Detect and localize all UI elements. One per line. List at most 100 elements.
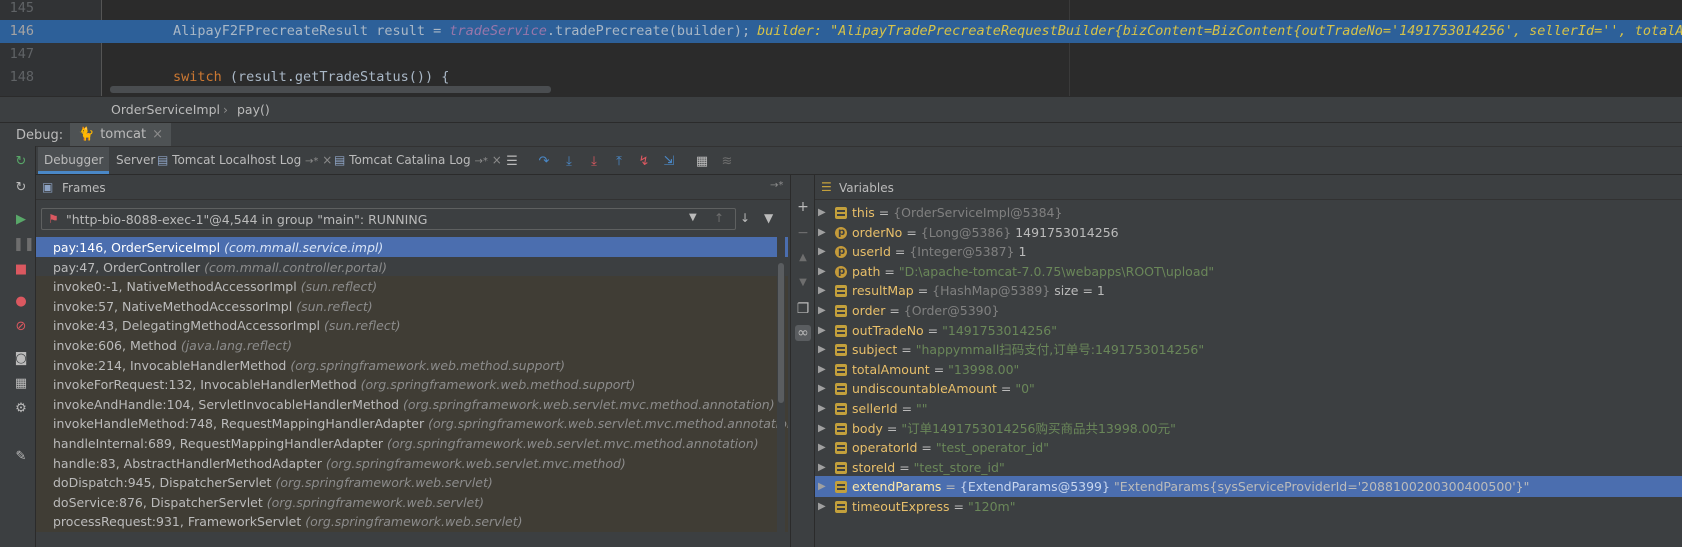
tab-debugger[interactable]: Debugger — [38, 147, 110, 174]
frame-row[interactable]: pay:47, OrderController (com.mmall.contr… — [36, 256, 788, 278]
horizontal-scrollbar[interactable] — [110, 86, 551, 93]
expand-arrow-icon[interactable]: ▶ — [818, 339, 826, 360]
expand-arrow-icon[interactable]: ▶ — [818, 398, 826, 419]
variable-row[interactable]: ▶ operatorId = "test_operator_id" — [815, 437, 1682, 458]
next-frame-icon[interactable]: ↓ — [740, 211, 750, 225]
variable-row[interactable]: ▶ order = {Order@5390} — [815, 300, 1682, 321]
evaluate-expression-icon[interactable]: ▦ — [694, 153, 710, 169]
layout-icon[interactable]: ▦ — [13, 376, 29, 392]
drop-frame-icon[interactable]: ↯ — [636, 153, 652, 169]
move-up-icon[interactable]: ▲ — [795, 250, 811, 266]
variable-name: this — [852, 205, 875, 220]
add-watch-icon[interactable]: + — [795, 199, 811, 215]
restart-icon[interactable]: ↻ — [13, 180, 29, 196]
step-out-icon[interactable]: ⤒ — [611, 153, 627, 169]
variables-tree[interactable]: ▶ this = {OrderServiceImpl@5384} ▶ orderNo … — [815, 202, 1682, 547]
thread-selector[interactable]: ⚑ "http-bio-8088-exec-1"@4,544 in group … — [41, 208, 736, 230]
scroll-thumb[interactable] — [778, 263, 784, 403]
copy-icon[interactable]: ❐ — [795, 301, 811, 317]
tab-tomcat-session[interactable]: 🐈 tomcat × — [70, 123, 172, 147]
rerun-icon[interactable]: ↻ — [13, 154, 29, 170]
variable-row[interactable]: ▶ body = "订单1491753014256购买商品共13998.00元" — [815, 418, 1682, 439]
step-into-icon[interactable]: ⤓ — [561, 153, 577, 169]
show-execution-point-icon[interactable]: ☰ — [504, 153, 520, 169]
tab-tomcat-localhost-log[interactable]: ▤ Tomcat Localhost Log →* × — [157, 147, 332, 174]
tab-tomcat-catalina-log[interactable]: ▤ Tomcat Catalina Log →* × — [334, 147, 502, 174]
close-icon[interactable]: × — [492, 153, 502, 167]
frame-row[interactable]: handle:83, AbstractHandlerMethodAdapter … — [36, 452, 788, 474]
frame-row[interactable]: invoke0:-1, NativeMethodAccessorImpl (su… — [36, 276, 788, 298]
show-watches-icon[interactable]: ∞ — [795, 325, 811, 341]
code-line-current[interactable]: 146 AlipayF2FPrecreateResult result = tr… — [0, 20, 1682, 43]
previous-frame-icon[interactable]: ↑ — [714, 211, 724, 225]
run-to-cursor-icon[interactable]: ⇲ — [661, 153, 677, 169]
move-down-icon[interactable]: ▼ — [795, 275, 811, 291]
expand-arrow-icon[interactable]: ▶ — [818, 378, 826, 399]
variable-name: outTradeNo — [852, 322, 924, 338]
expand-arrow-icon[interactable]: ▶ — [818, 202, 826, 223]
filter-icon[interactable]: ▼ — [764, 211, 773, 225]
variable-row[interactable]: ▶ subject = "happymmall扫码支付,订单号:149175301… — [815, 339, 1682, 360]
frames-scrollbar[interactable] — [777, 237, 785, 547]
field-icon — [835, 383, 847, 396]
variable-row[interactable]: ▶ timeoutExpress = "120m" — [815, 496, 1682, 517]
close-icon[interactable]: × — [322, 153, 332, 167]
mute-breakpoints-icon[interactable]: ⊘ — [13, 319, 29, 335]
variable-row[interactable]: ▶ outTradeNo = "1491753014256" — [815, 320, 1682, 341]
variable-row[interactable]: ▶ userId = {Integer@5387} 1 — [815, 241, 1682, 262]
remove-watch-icon[interactable]: − — [795, 225, 811, 241]
frame-row[interactable]: invoke:606, Method (java.lang.reflect) — [36, 335, 788, 356]
expand-arrow-icon[interactable]: ▶ — [818, 261, 826, 282]
expand-arrow-icon[interactable]: ▶ — [818, 320, 826, 341]
variable-row[interactable]: ▶ totalAmount = "13998.00" — [815, 359, 1682, 380]
code-editor[interactable]: 145 146 AlipayF2FPrecreateResult result … — [0, 0, 1682, 96]
expand-arrow-icon[interactable]: ▶ — [818, 418, 826, 439]
variable-row[interactable]: ▶ undiscountableAmount = "0" — [815, 378, 1682, 399]
frame-row[interactable]: invokeAndHandle:104, ServletInvocableHan… — [36, 393, 788, 415]
variable-row[interactable]: ▶ this = {OrderServiceImpl@5384} — [815, 202, 1682, 223]
frame-row[interactable]: invoke:214, InvocableHandlerMethod (org.… — [36, 354, 788, 376]
expand-arrow-icon[interactable]: ▶ — [818, 457, 826, 478]
pin-icon[interactable]: →* — [770, 180, 783, 191]
variable-row[interactable]: ▶ extendParams = {ExtendParams@5399} "Ext… — [815, 476, 1682, 498]
variable-row[interactable]: ▶ storeId = "test_store_id" — [815, 457, 1682, 478]
variable-row[interactable]: ▶ sellerId = "" — [815, 398, 1682, 419]
frame-row[interactable]: doDispatch:945, DispatcherServlet (org.s… — [36, 472, 788, 494]
code-line[interactable]: 147 — [0, 43, 1682, 66]
variable-row[interactable]: ▶ orderNo = {Long@5386} 1491753014256 — [815, 222, 1682, 243]
force-step-into-icon[interactable]: ⤓ — [586, 153, 602, 169]
frame-row[interactable]: invokeHandleMethod:748, RequestMappingHa… — [36, 413, 788, 435]
tab-server[interactable]: Server — [110, 147, 155, 174]
breadcrumb-method[interactable]: pay() — [237, 102, 270, 117]
expand-arrow-icon[interactable]: ▶ — [818, 437, 826, 458]
breadcrumb-class[interactable]: OrderServiceImpl — [111, 102, 220, 117]
code-line[interactable]: 145 — [0, 0, 1682, 20]
pin-icon[interactable]: ✎ — [13, 449, 29, 465]
frame-row[interactable]: pay:146, OrderServiceImpl (com.mmall.ser… — [36, 237, 788, 258]
settings-icon[interactable]: ⚙ — [13, 401, 29, 417]
expand-arrow-icon[interactable]: ▶ — [818, 496, 826, 517]
trace-icon[interactable]: ≋ — [719, 153, 735, 169]
close-icon[interactable]: × — [152, 127, 163, 142]
frame-row[interactable]: invoke:57, NativeMethodAccessorImpl (sun… — [36, 295, 788, 317]
frame-row[interactable]: processRequest:931, FrameworkServlet (or… — [36, 511, 788, 533]
view-breakpoints-icon[interactable]: ● — [13, 294, 29, 310]
variable-row[interactable]: ▶ resultMap = {HashMap@5389} size = 1 — [815, 280, 1682, 301]
frames-list[interactable]: pay:146, OrderServiceImpl (com.mmall.ser… — [36, 237, 788, 547]
camera-icon[interactable]: ◙ — [13, 351, 29, 367]
frame-row[interactable]: handleInternal:689, RequestMappingHandle… — [36, 433, 788, 454]
variable-row[interactable]: ▶ path = "D:\apache-tomcat-7.0.75\webapps… — [815, 261, 1682, 282]
frame-row[interactable]: invoke:43, DelegatingMethodAccessorImpl … — [36, 315, 788, 337]
frame-row[interactable]: invokeForRequest:132, InvocableHandlerMe… — [36, 374, 788, 396]
pause-icon[interactable]: ❚❚ — [13, 237, 35, 253]
resume-icon[interactable]: ▶ — [13, 212, 29, 228]
expand-arrow-icon[interactable]: ▶ — [818, 280, 826, 301]
step-over-icon[interactable]: ↷ — [536, 153, 552, 169]
stop-icon[interactable]: ■ — [13, 262, 29, 278]
expand-arrow-icon[interactable]: ▶ — [818, 359, 826, 380]
expand-arrow-icon[interactable]: ▶ — [818, 476, 826, 497]
frame-row[interactable]: doService:876, DispatcherServlet (org.sp… — [36, 491, 788, 513]
expand-arrow-icon[interactable]: ▶ — [818, 241, 826, 262]
expand-arrow-icon[interactable]: ▶ — [818, 300, 826, 321]
expand-arrow-icon[interactable]: ▶ — [818, 222, 826, 243]
